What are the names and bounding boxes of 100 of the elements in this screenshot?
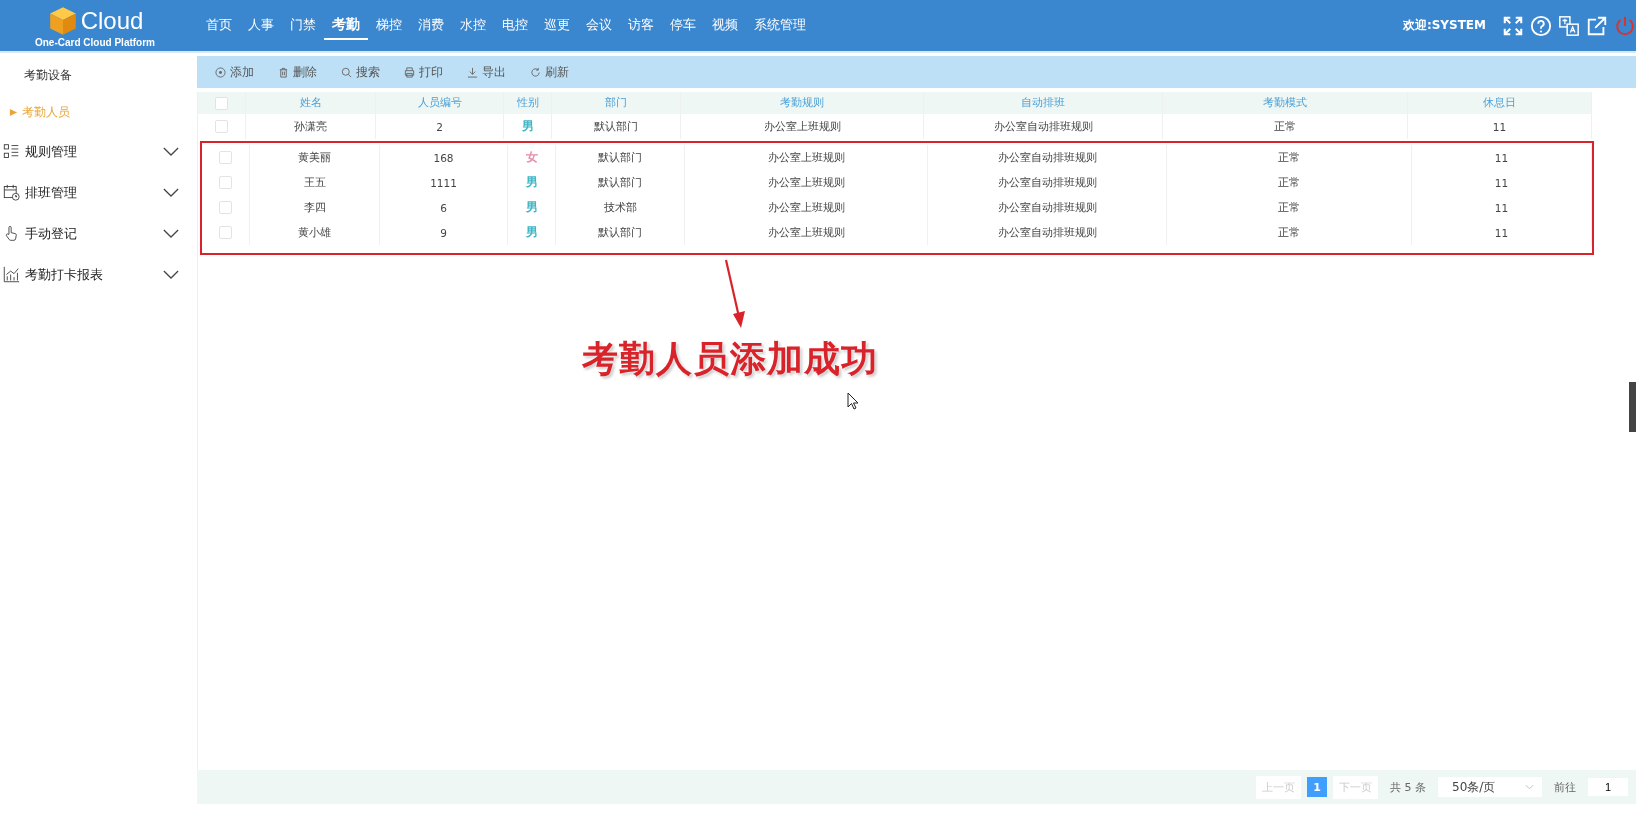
list-icon bbox=[3, 143, 20, 160]
table-cell: 办公室上班规则 bbox=[685, 170, 928, 195]
nav-tab[interactable]: 首页 bbox=[198, 11, 240, 40]
column-header: 考勤规则 bbox=[681, 92, 924, 114]
table-cell: 男 bbox=[525, 224, 538, 241]
toolbar-button[interactable]: 搜索 bbox=[331, 61, 390, 83]
select-all-checkbox[interactable] bbox=[215, 96, 228, 110]
logo-title: Cloud bbox=[80, 7, 144, 35]
annotation-text: 考勤人员添加成功 bbox=[582, 337, 878, 381]
row-checkbox[interactable] bbox=[219, 151, 232, 164]
nav-tab[interactable]: 门禁 bbox=[282, 11, 324, 40]
table-cell: 11 bbox=[1412, 195, 1592, 220]
table-cell: 默认部门 bbox=[552, 114, 681, 139]
chevron-down-icon bbox=[1525, 784, 1534, 790]
total-count: 共 5 条 bbox=[1390, 779, 1426, 795]
nav-tab[interactable]: 电控 bbox=[494, 11, 536, 40]
row-checkbox[interactable] bbox=[215, 120, 228, 133]
table-cell: 男 bbox=[525, 174, 538, 191]
column-header: 考勤模式 bbox=[1163, 92, 1408, 114]
page-number-button[interactable]: 1 bbox=[1307, 777, 1327, 797]
column-header: 人员编号 bbox=[376, 92, 504, 114]
power-icon[interactable] bbox=[1614, 14, 1636, 37]
table-cell: 2 bbox=[376, 114, 504, 139]
column-header: 部门 bbox=[552, 92, 681, 114]
sidebar-item[interactable]: 考勤设备 bbox=[0, 57, 197, 94]
calendar-clock-icon bbox=[3, 184, 20, 201]
table-cell: 办公室自动排班规则 bbox=[928, 170, 1167, 195]
table-cell: 技术部 bbox=[556, 195, 685, 220]
table-cell: 男 bbox=[525, 199, 538, 216]
table-cell: 9 bbox=[380, 220, 508, 245]
table-cell: 黄美丽 bbox=[250, 145, 380, 170]
help-icon[interactable] bbox=[1530, 14, 1552, 37]
toolbar-button[interactable]: 删除 bbox=[268, 61, 327, 83]
toolbar-button[interactable]: 添加 bbox=[205, 61, 264, 83]
sidebar-group[interactable]: 排班管理 bbox=[0, 172, 197, 213]
search-icon bbox=[341, 66, 352, 78]
table-cell: 黄小雄 bbox=[250, 220, 380, 245]
table-cell: 正常 bbox=[1167, 220, 1412, 245]
nav-tab[interactable]: 梯控 bbox=[368, 11, 410, 40]
sidebar-group[interactable]: 考勤打卡报表 bbox=[0, 254, 197, 295]
table-cell: 168 bbox=[380, 145, 508, 170]
bar-chart-icon bbox=[3, 266, 20, 283]
table-cell: 办公室自动排班规则 bbox=[924, 114, 1163, 139]
nav-tab[interactable]: 消费 bbox=[410, 11, 452, 40]
download-icon bbox=[467, 66, 478, 78]
toolbar-button[interactable]: 打印 bbox=[394, 61, 453, 83]
column-header: 自动排班 bbox=[924, 92, 1163, 114]
table-cell: 办公室自动排班规则 bbox=[928, 145, 1167, 170]
nav-tab[interactable]: 会议 bbox=[578, 11, 620, 40]
trash-icon bbox=[278, 66, 289, 78]
goto-page-field[interactable]: 1 bbox=[1588, 778, 1628, 796]
table-cell: 办公室自动排班规则 bbox=[928, 220, 1167, 245]
table-cell: 6 bbox=[380, 195, 508, 220]
welcome-text: 欢迎:SYSTEM bbox=[1402, 17, 1486, 34]
column-header: 姓名 bbox=[246, 92, 376, 114]
table-cell: 11 bbox=[1408, 114, 1592, 139]
table-cell: 正常 bbox=[1163, 114, 1408, 139]
translate-icon[interactable] bbox=[1558, 14, 1580, 37]
mouse-cursor-icon bbox=[847, 392, 859, 410]
row-checkbox[interactable] bbox=[219, 201, 232, 214]
table-cell: 正常 bbox=[1167, 170, 1412, 195]
table-cell: 默认部门 bbox=[556, 170, 685, 195]
nav-tab[interactable]: 停车 bbox=[662, 11, 704, 40]
column-header: 性别 bbox=[504, 92, 552, 114]
scroll-handle[interactable] bbox=[1629, 382, 1636, 432]
row-checkbox[interactable] bbox=[219, 176, 232, 189]
nav-tab[interactable]: 巡更 bbox=[536, 11, 578, 40]
toolbar-button[interactable]: 导出 bbox=[457, 61, 516, 83]
table-cell: 1111 bbox=[380, 170, 508, 195]
external-link-icon[interactable] bbox=[1586, 14, 1608, 37]
logo-subtitle: One-Card Cloud Platform bbox=[35, 37, 155, 48]
nav-tab[interactable]: 访客 bbox=[620, 11, 662, 40]
table-cell: 办公室上班规则 bbox=[681, 114, 924, 139]
table-cell: 默认部门 bbox=[556, 145, 685, 170]
nav-tab[interactable]: 水控 bbox=[452, 11, 494, 40]
goto-label: 前往 bbox=[1554, 779, 1576, 795]
table-cell: 正常 bbox=[1167, 145, 1412, 170]
table-cell: 女 bbox=[525, 149, 538, 166]
page-size-select[interactable]: 50条/页 bbox=[1438, 777, 1542, 797]
nav-tab[interactable]: 考勤 bbox=[324, 11, 368, 40]
table-cell: 11 bbox=[1412, 170, 1592, 195]
sidebar-group[interactable]: 手动登记 bbox=[0, 213, 197, 254]
row-checkbox[interactable] bbox=[219, 226, 232, 239]
table-cell: 王五 bbox=[250, 170, 380, 195]
refresh-icon bbox=[530, 66, 541, 78]
fullscreen-icon[interactable] bbox=[1502, 14, 1524, 37]
table-cell: 11 bbox=[1412, 145, 1592, 170]
nav-tab[interactable]: 人事 bbox=[240, 11, 282, 40]
table-cell: 男 bbox=[521, 118, 534, 135]
table-cell: 办公室上班规则 bbox=[685, 195, 928, 220]
sidebar-item[interactable]: 考勤人员 bbox=[0, 94, 197, 131]
nav-tab[interactable]: 系统管理 bbox=[746, 11, 814, 40]
table-cell: 办公室上班规则 bbox=[685, 145, 928, 170]
column-header: 休息日 bbox=[1408, 92, 1592, 114]
hand-pointer-icon bbox=[3, 225, 20, 242]
sidebar-group[interactable]: 规则管理 bbox=[0, 131, 197, 172]
printer-icon bbox=[404, 66, 415, 78]
nav-tab[interactable]: 视频 bbox=[704, 11, 746, 40]
table-cell: 默认部门 bbox=[556, 220, 685, 245]
toolbar-button[interactable]: 刷新 bbox=[520, 61, 579, 83]
